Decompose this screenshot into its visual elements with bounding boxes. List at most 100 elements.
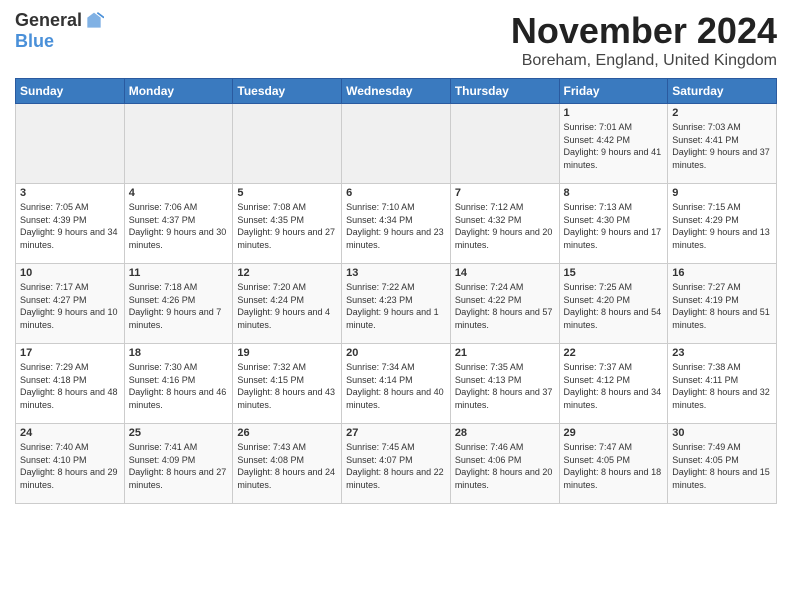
calendar-cell: 19 Sunrise: 7:32 AM Sunset: 4:15 PM Dayli… — [233, 344, 342, 424]
day-info: Sunrise: 7:41 AM Sunset: 4:09 PM Dayligh… — [129, 441, 229, 491]
day-info: Sunrise: 7:22 AM Sunset: 4:23 PM Dayligh… — [346, 281, 446, 331]
calendar-cell: 25 Sunrise: 7:41 AM Sunset: 4:09 PM Dayli… — [124, 424, 233, 504]
header-day-wednesday: Wednesday — [342, 79, 451, 104]
calendar-cell: 12Sunrise: 7:20 AM Sunset: 4:24 PM Dayli… — [233, 264, 342, 344]
header-day-saturday: Saturday — [668, 79, 777, 104]
location-title: Boreham, England, United Kingdom — [511, 52, 777, 70]
calendar-cell: 2Sunrise: 7:03 AM Sunset: 4:41 PM Daylig… — [668, 104, 777, 184]
day-number: 4 — [129, 187, 229, 199]
header-day-sunday: Sunday — [16, 79, 125, 104]
calendar-cell: 10 Sunrise: 7:17 AM Sunset: 4:27 PM Dayli… — [16, 264, 125, 344]
day-number: 14 — [455, 267, 555, 279]
day-number: 18 — [129, 347, 229, 359]
day-info: Sunrise: 7:34 AM Sunset: 4:14 PM Dayligh… — [346, 361, 446, 411]
week-row-2: 3Sunrise: 7:05 AM Sunset: 4:39 PM Daylig… — [16, 184, 777, 264]
week-row-1: 1Sunrise: 7:01 AM Sunset: 4:42 PM Daylig… — [16, 104, 777, 184]
day-info: Sunrise: 7:29 AM Sunset: 4:18 PM Dayligh… — [20, 361, 120, 411]
day-info: Sunrise: 7:32 AM Sunset: 4:15 PM Dayligh… — [237, 361, 337, 411]
day-info: Sunrise: 7:17 AM Sunset: 4:27 PM Dayligh… — [20, 281, 120, 331]
day-number: 10 — [20, 267, 120, 279]
week-row-5: 24 Sunrise: 7:40 AM Sunset: 4:10 PM Dayli… — [16, 424, 777, 504]
title-block: November 2024 Boreham, England, United K… — [511, 10, 777, 70]
month-title: November 2024 — [511, 10, 777, 52]
day-number: 26 — [237, 427, 337, 439]
calendar-cell: 28 Sunrise: 7:46 AM Sunset: 4:06 PM Dayli… — [450, 424, 559, 504]
calendar-cell: 6Sunrise: 7:10 AM Sunset: 4:34 PM Daylig… — [342, 184, 451, 264]
day-number: 9 — [672, 187, 772, 199]
logo-blue-text: Blue — [15, 31, 54, 52]
calendar-cell: 15 Sunrise: 7:25 AM Sunset: 4:20 PM Dayli… — [559, 264, 668, 344]
calendar-cell: 29Sunrise: 7:47 AM Sunset: 4:05 PM Dayli… — [559, 424, 668, 504]
day-info: Sunrise: 7:24 AM Sunset: 4:22 PM Dayligh… — [455, 281, 555, 331]
day-number: 24 — [20, 427, 120, 439]
calendar-cell: 3Sunrise: 7:05 AM Sunset: 4:39 PM Daylig… — [16, 184, 125, 264]
calendar-cell — [233, 104, 342, 184]
header-day-thursday: Thursday — [450, 79, 559, 104]
calendar-cell: 24 Sunrise: 7:40 AM Sunset: 4:10 PM Dayli… — [16, 424, 125, 504]
day-info: Sunrise: 7:25 AM Sunset: 4:20 PM Dayligh… — [564, 281, 664, 331]
logo-icon — [84, 11, 104, 31]
calendar-cell: 11 Sunrise: 7:18 AM Sunset: 4:26 PM Dayli… — [124, 264, 233, 344]
day-info: Sunrise: 7:27 AM Sunset: 4:19 PM Dayligh… — [672, 281, 772, 331]
calendar-cell: 22 Sunrise: 7:37 AM Sunset: 4:12 PM Dayli… — [559, 344, 668, 424]
calendar-cell: 4 Sunrise: 7:06 AM Sunset: 4:37 PM Daylig… — [124, 184, 233, 264]
day-number: 30 — [672, 427, 772, 439]
day-number: 16 — [672, 267, 772, 279]
week-row-4: 17 Sunrise: 7:29 AM Sunset: 4:18 PM Dayli… — [16, 344, 777, 424]
day-number: 15 — [564, 267, 664, 279]
calendar-cell — [16, 104, 125, 184]
day-info: Sunrise: 7:35 AM Sunset: 4:13 PM Dayligh… — [455, 361, 555, 411]
day-number: 29 — [564, 427, 664, 439]
day-info: Sunrise: 7:43 AM Sunset: 4:08 PM Dayligh… — [237, 441, 337, 491]
calendar-cell: 13 Sunrise: 7:22 AM Sunset: 4:23 PM Dayli… — [342, 264, 451, 344]
calendar-cell — [124, 104, 233, 184]
calendar-cell — [450, 104, 559, 184]
day-info: Sunrise: 7:06 AM Sunset: 4:37 PM Dayligh… — [129, 201, 229, 251]
day-info: Sunrise: 7:15 AM Sunset: 4:29 PM Dayligh… — [672, 201, 772, 251]
header-row: SundayMondayTuesdayWednesdayThursdayFrid… — [16, 79, 777, 104]
header-day-friday: Friday — [559, 79, 668, 104]
calendar-cell: 16 Sunrise: 7:27 AM Sunset: 4:19 PM Dayli… — [668, 264, 777, 344]
day-info: Sunrise: 7:49 AM Sunset: 4:05 PM Dayligh… — [672, 441, 772, 491]
day-info: Sunrise: 7:38 AM Sunset: 4:11 PM Dayligh… — [672, 361, 772, 411]
day-info: Sunrise: 7:46 AM Sunset: 4:06 PM Dayligh… — [455, 441, 555, 491]
calendar-cell — [342, 104, 451, 184]
day-info: Sunrise: 7:40 AM Sunset: 4:10 PM Dayligh… — [20, 441, 120, 491]
calendar-cell: 20Sunrise: 7:34 AM Sunset: 4:14 PM Dayli… — [342, 344, 451, 424]
calendar-cell: 17 Sunrise: 7:29 AM Sunset: 4:18 PM Dayli… — [16, 344, 125, 424]
calendar-cell: 21 Sunrise: 7:35 AM Sunset: 4:13 PM Dayli… — [450, 344, 559, 424]
header-day-tuesday: Tuesday — [233, 79, 342, 104]
day-info: Sunrise: 7:08 AM Sunset: 4:35 PM Dayligh… — [237, 201, 337, 251]
calendar-cell: 18 Sunrise: 7:30 AM Sunset: 4:16 PM Dayli… — [124, 344, 233, 424]
logo: General Blue — [15, 10, 104, 52]
calendar-cell: 9 Sunrise: 7:15 AM Sunset: 4:29 PM Daylig… — [668, 184, 777, 264]
day-number: 8 — [564, 187, 664, 199]
day-info: Sunrise: 7:03 AM Sunset: 4:41 PM Dayligh… — [672, 121, 772, 171]
day-number: 11 — [129, 267, 229, 279]
day-info: Sunrise: 7:30 AM Sunset: 4:16 PM Dayligh… — [129, 361, 229, 411]
day-info: Sunrise: 7:01 AM Sunset: 4:42 PM Dayligh… — [564, 121, 664, 171]
day-info: Sunrise: 7:20 AM Sunset: 4:24 PM Dayligh… — [237, 281, 337, 331]
logo-general-text: General — [15, 10, 82, 31]
day-info: Sunrise: 7:05 AM Sunset: 4:39 PM Dayligh… — [20, 201, 120, 251]
header-day-monday: Monday — [124, 79, 233, 104]
day-number: 25 — [129, 427, 229, 439]
day-number: 21 — [455, 347, 555, 359]
day-number: 6 — [346, 187, 446, 199]
calendar-cell: 23Sunrise: 7:38 AM Sunset: 4:11 PM Dayli… — [668, 344, 777, 424]
day-info: Sunrise: 7:12 AM Sunset: 4:32 PM Dayligh… — [455, 201, 555, 251]
day-number: 17 — [20, 347, 120, 359]
day-info: Sunrise: 7:45 AM Sunset: 4:07 PM Dayligh… — [346, 441, 446, 491]
header: General Blue November 2024 Boreham, Engl… — [15, 10, 777, 70]
day-info: Sunrise: 7:18 AM Sunset: 4:26 PM Dayligh… — [129, 281, 229, 331]
calendar-cell: 14 Sunrise: 7:24 AM Sunset: 4:22 PM Dayli… — [450, 264, 559, 344]
calendar-table: SundayMondayTuesdayWednesdayThursdayFrid… — [15, 78, 777, 504]
day-number: 19 — [237, 347, 337, 359]
calendar-cell: 5Sunrise: 7:08 AM Sunset: 4:35 PM Daylig… — [233, 184, 342, 264]
day-number: 28 — [455, 427, 555, 439]
day-number: 22 — [564, 347, 664, 359]
day-number: 7 — [455, 187, 555, 199]
day-info: Sunrise: 7:37 AM Sunset: 4:12 PM Dayligh… — [564, 361, 664, 411]
day-number: 13 — [346, 267, 446, 279]
calendar-cell: 27Sunrise: 7:45 AM Sunset: 4:07 PM Dayli… — [342, 424, 451, 504]
